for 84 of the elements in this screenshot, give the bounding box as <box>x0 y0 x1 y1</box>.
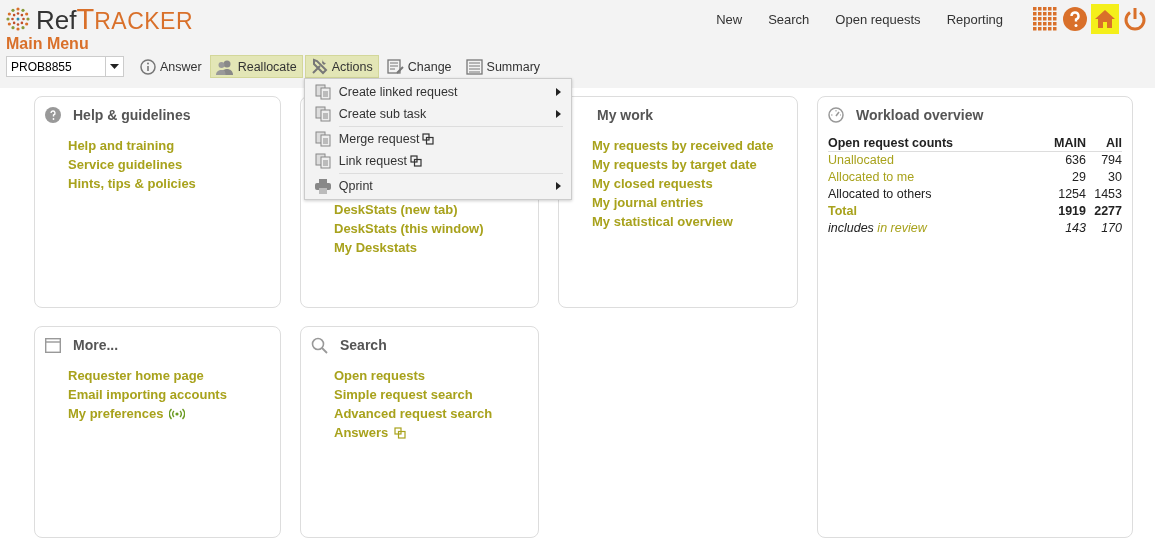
link[interactable]: My statistical overview <box>592 214 733 229</box>
submenu-arrow-icon <box>555 110 561 118</box>
info-icon <box>140 58 156 75</box>
request-select[interactable]: PROB8855 <box>6 56 124 77</box>
link[interactable]: My preferences <box>68 406 164 421</box>
link[interactable]: My closed requests <box>592 176 713 191</box>
caret-icon <box>110 64 119 69</box>
column-header: All <box>1086 136 1122 152</box>
table-cell-text: 1453 <box>1093 186 1122 203</box>
card-title: My work <box>597 107 653 123</box>
popout-icon <box>422 133 435 145</box>
toolbar-button[interactable]: Change <box>380 55 458 78</box>
table-cell-text: 170 <box>1100 220 1122 237</box>
table-cell: includes <box>828 221 874 235</box>
menu-item[interactable]: Merge request <box>304 128 571 150</box>
popout-icon <box>394 426 407 439</box>
home-icon[interactable] <box>1091 4 1119 34</box>
link[interactable]: Allocated to me <box>828 170 915 184</box>
link[interactable]: Email importing accounts <box>68 387 227 402</box>
table-cell-text: 794 <box>1100 152 1122 169</box>
link[interactable]: DeskStats (this window) <box>334 221 484 236</box>
nav-link[interactable]: Search <box>768 11 810 27</box>
toolbar-button[interactable]: Summary <box>459 55 547 78</box>
apps-grid-icon[interactable] <box>1031 4 1059 34</box>
card-title: Help & guidelines <box>73 107 191 123</box>
link[interactable]: My Deskstats <box>334 240 418 255</box>
menu-item[interactable]: Qprint <box>304 175 571 197</box>
nav-link[interactable]: New <box>716 11 743 27</box>
link[interactable]: My journal entries <box>592 195 704 210</box>
popout-icon <box>409 155 422 167</box>
table-cell-text: 30 <box>1107 169 1122 186</box>
list-icon <box>465 58 483 75</box>
submenu-arrow-icon <box>555 88 561 96</box>
column-header: Open request counts <box>828 136 1038 152</box>
link[interactable]: DeskStats (new tab) <box>334 202 458 217</box>
table-cell-text: 636 <box>1064 152 1086 169</box>
documents-icon <box>314 153 331 169</box>
people-icon <box>215 58 234 75</box>
menu-item[interactable]: Link request <box>304 150 571 172</box>
card-title: Search <box>340 337 387 353</box>
link[interactable]: Total <box>828 204 857 218</box>
menu-item[interactable]: Create sub task <box>304 103 571 125</box>
table-cell-text: 1919 <box>1057 203 1086 220</box>
submenu-arrow-icon <box>555 182 561 190</box>
column-header: MAIN <box>1038 136 1086 152</box>
logo-icon <box>6 7 30 31</box>
documents-icon <box>314 84 331 100</box>
logo-text: RefTRACKER <box>36 4 194 34</box>
table-cell: Allocated to others <box>828 187 932 201</box>
edit-icon <box>386 58 404 75</box>
tools-icon <box>310 58 328 75</box>
link[interactable]: Advanced request search <box>334 406 493 421</box>
link[interactable]: Answers <box>334 425 389 440</box>
search-icon <box>311 336 328 354</box>
documents-icon <box>314 106 331 122</box>
link[interactable]: Simple request search <box>334 387 473 402</box>
table-cell-text: 143 <box>1064 220 1086 237</box>
window-icon <box>45 337 61 353</box>
table-cell-text: 29 <box>1071 169 1086 186</box>
link[interactable]: My requests by target date <box>592 157 757 172</box>
card-title: More... <box>73 337 119 353</box>
link[interactable]: Open requests <box>334 368 426 383</box>
menu-item[interactable]: Create linked request <box>304 81 571 103</box>
printer-icon <box>314 178 331 194</box>
help-icon[interactable] <box>1061 4 1089 34</box>
link[interactable]: Unallocated <box>828 153 894 167</box>
link[interactable]: Hints, tips & policies <box>68 176 196 191</box>
gauge-icon <box>828 107 844 123</box>
toolbar-button[interactable]: Answer <box>134 55 208 78</box>
table-cell-text: 2277 <box>1093 203 1122 220</box>
documents-icon <box>314 131 331 147</box>
link[interactable]: Service guidelines <box>68 157 183 172</box>
link[interactable]: Help and training <box>68 138 175 153</box>
card-title: Workload overview <box>856 107 984 123</box>
nav-link[interactable]: Open requests <box>835 11 921 27</box>
help-icon <box>45 107 61 123</box>
link[interactable]: Requester home page <box>68 368 204 383</box>
nav-link[interactable]: Reporting <box>946 11 1003 27</box>
link[interactable]: in review <box>877 221 927 235</box>
broadcast-icon <box>169 407 186 420</box>
link[interactable]: My requests by received date <box>592 138 774 153</box>
toolbar-button[interactable]: Reallocate <box>209 55 303 78</box>
page-title: Main Menu <box>6 35 90 53</box>
table-cell-text: 1254 <box>1057 186 1086 203</box>
